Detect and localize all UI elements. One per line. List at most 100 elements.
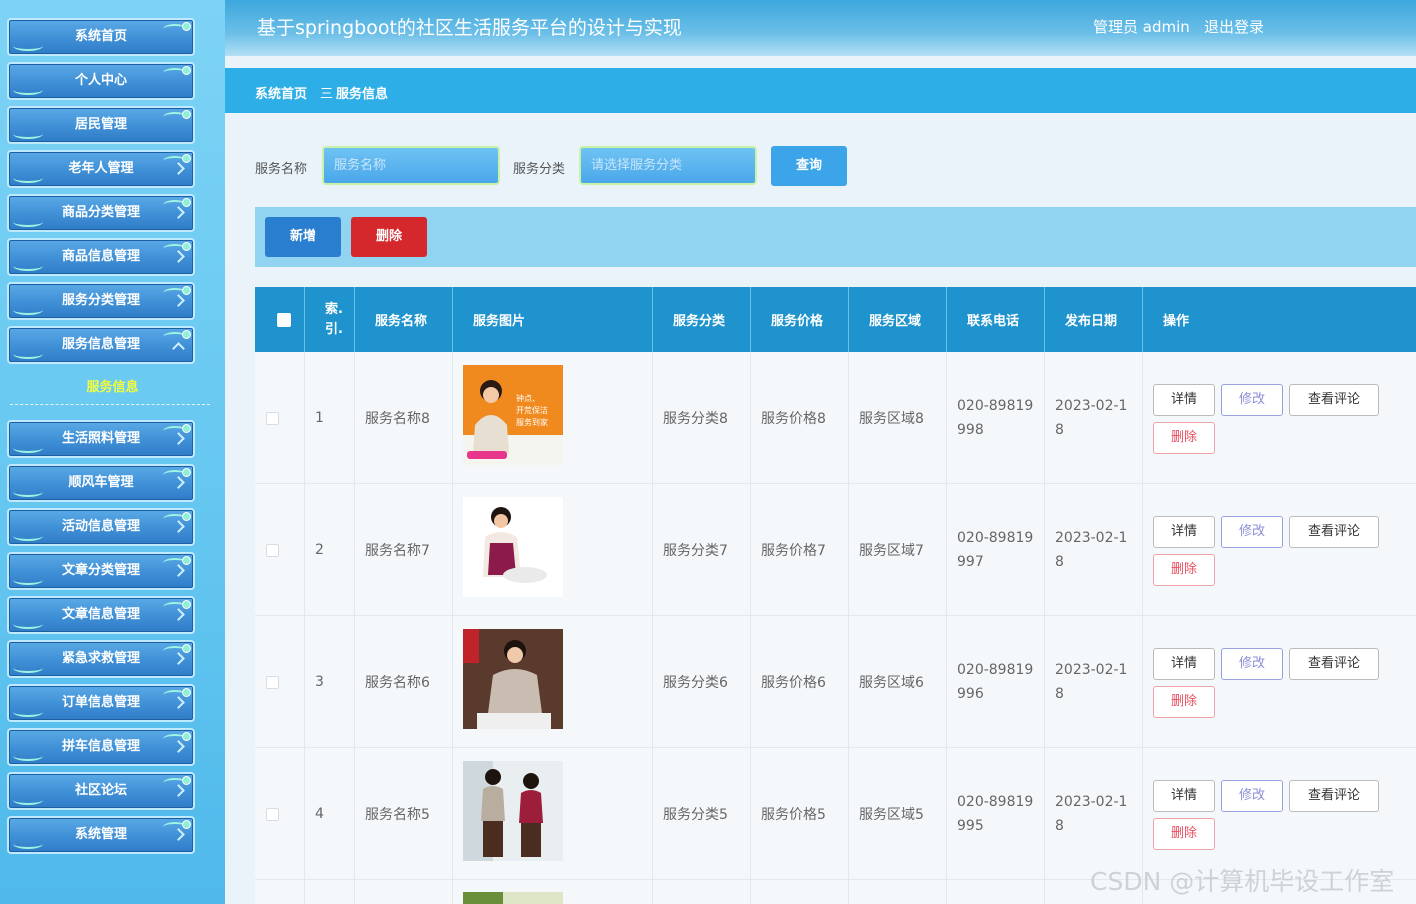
- row-service-price: [751, 880, 849, 904]
- add-button[interactable]: 新增: [265, 217, 341, 257]
- select-all-checkbox[interactable]: [277, 313, 291, 327]
- edit-button[interactable]: 修改: [1221, 516, 1283, 548]
- date-line: 2023-02-1: [1055, 398, 1128, 414]
- sidebar-item-system[interactable]: 系统管理: [7, 816, 195, 854]
- sidebar-item-forum[interactable]: 社区论坛: [7, 772, 195, 810]
- sidebar: 系统首页 个人中心 居民管理 老年人管理 商品分类管理 商品信息管理 服务分类管…: [0, 0, 225, 904]
- sidebar-item-home[interactable]: 系统首页: [7, 18, 195, 56]
- sidebar-item-label: 老年人管理: [68, 161, 134, 176]
- top-header: 基于springboot的社区生活服务平台的设计与实现 管理员 admin 退出…: [225, 0, 1416, 56]
- header-select-all[interactable]: [255, 287, 305, 352]
- sidebar-item-activity[interactable]: 活动信息管理: [7, 508, 195, 546]
- view-comments-button[interactable]: 查看评论: [1289, 780, 1379, 812]
- sidebar-item-residents[interactable]: 居民管理: [7, 106, 195, 144]
- sidebar-item-service-info[interactable]: 服务信息管理: [7, 326, 195, 364]
- bulk-delete-button[interactable]: 删除: [351, 217, 427, 257]
- sidebar-item-label: 活动信息管理: [61, 519, 140, 534]
- search-category-label: 服务分类: [513, 162, 566, 177]
- sidebar-item-emergency[interactable]: 紧急求救管理: [7, 640, 195, 678]
- sidebar-item-profile[interactable]: 个人中心: [7, 62, 195, 100]
- date-line: 2023-02-1: [1055, 794, 1128, 810]
- sidebar-item-service-category[interactable]: 服务分类管理: [7, 282, 195, 320]
- view-comments-button[interactable]: 查看评论: [1289, 516, 1379, 548]
- row-select: [255, 484, 305, 616]
- sidebar-item-carpool[interactable]: 拼车信息管理: [7, 728, 195, 766]
- row-index: 3: [305, 616, 355, 748]
- phone-line: 995: [957, 818, 984, 834]
- row-service-price: 服务价格7: [751, 484, 849, 616]
- date-line: 8: [1055, 686, 1064, 702]
- date-line: 8: [1055, 818, 1064, 834]
- sidebar-item-label: 系统首页: [74, 29, 127, 44]
- detail-button[interactable]: 详情: [1153, 648, 1215, 680]
- row-index: 4: [305, 748, 355, 880]
- service-category-select[interactable]: 请选择服务分类: [579, 146, 757, 185]
- row-image-cell: 钟点、 开荒保洁 服务到家: [453, 352, 653, 484]
- delete-button[interactable]: 删除: [1153, 818, 1215, 850]
- sidebar-item-label: 文章分类管理: [61, 563, 140, 578]
- row-checkbox[interactable]: [266, 808, 279, 821]
- search-name-label: 服务名称: [255, 162, 308, 177]
- delete-button[interactable]: 删除: [1153, 422, 1215, 454]
- date-line: 8: [1055, 422, 1064, 438]
- row-checkbox[interactable]: [266, 676, 279, 689]
- sidebar-item-label: 拼车信息管理: [61, 739, 140, 754]
- row-actions: 详情 修改 查看评论 删除: [1143, 748, 1416, 880]
- sidebar-item-article-info[interactable]: 文章信息管理: [7, 596, 195, 634]
- table-row: 2 服务名称7 服务分类7 服务价格7 服务区域7 020-89819 997 2…: [255, 484, 1416, 616]
- query-button[interactable]: 查询: [771, 146, 847, 186]
- service-image[interactable]: [463, 497, 563, 597]
- sidebar-item-product-category[interactable]: 商品分类管理: [7, 194, 195, 232]
- sidebar-item-label: 订单信息管理: [61, 695, 140, 710]
- header-service-region: 服务区域: [849, 287, 947, 352]
- row-phone: 020-89819 998: [947, 352, 1045, 484]
- service-image[interactable]: [463, 892, 563, 904]
- row-select: [255, 352, 305, 484]
- row-service-price: 服务价格8: [751, 352, 849, 484]
- row-service-region: 服务区域6: [849, 616, 947, 748]
- edit-button[interactable]: 修改: [1221, 384, 1283, 416]
- service-name-input[interactable]: 服务名称: [322, 146, 500, 185]
- sidebar-item-orders[interactable]: 订单信息管理: [7, 684, 195, 722]
- sidebar-item-label: 顺风车管理: [68, 475, 134, 490]
- sidebar-item-product-info[interactable]: 商品信息管理: [7, 238, 195, 276]
- edit-button[interactable]: 修改: [1221, 780, 1283, 812]
- date-line: 2023-02-1: [1055, 530, 1128, 546]
- row-publish-date: 2023-02-1 8: [1045, 616, 1143, 748]
- header-index-line: 引.: [325, 321, 343, 337]
- row-checkbox[interactable]: [266, 412, 279, 425]
- detail-button[interactable]: 详情: [1153, 516, 1215, 548]
- sidebar-subitem-service-info[interactable]: 服务信息: [0, 376, 225, 395]
- service-image[interactable]: [463, 629, 563, 729]
- row-checkbox[interactable]: [266, 544, 279, 557]
- sidebar-item-article-category[interactable]: 文章分类管理: [7, 552, 195, 590]
- view-comments-button[interactable]: 查看评论: [1289, 648, 1379, 680]
- sidebar-item-elderly[interactable]: 老年人管理: [7, 150, 195, 188]
- service-image[interactable]: [463, 761, 563, 861]
- header-service-category: 服务分类: [653, 287, 751, 352]
- delete-button[interactable]: 删除: [1153, 686, 1215, 718]
- sidebar-item-rideshare[interactable]: 顺风车管理: [7, 464, 195, 502]
- view-comments-button[interactable]: 查看评论: [1289, 384, 1379, 416]
- row-service-category: 服务分类5: [653, 748, 751, 880]
- logout-link[interactable]: 退出登录: [1204, 16, 1264, 37]
- header-service-name: 服务名称: [355, 287, 453, 352]
- header-index: 索. 引.: [305, 287, 355, 352]
- detail-button[interactable]: 详情: [1153, 780, 1215, 812]
- delete-button[interactable]: 删除: [1153, 554, 1215, 586]
- breadcrumb-home[interactable]: 系统首页: [255, 83, 307, 102]
- row-service-name: [355, 880, 453, 904]
- sidebar-item-label: 紧急求救管理: [61, 651, 140, 666]
- phone-line: 997: [957, 554, 984, 570]
- edit-button[interactable]: 修改: [1221, 648, 1283, 680]
- detail-button[interactable]: 详情: [1153, 384, 1215, 416]
- breadcrumb-separator-icon: 三: [320, 87, 334, 102]
- row-service-name: 服务名称6: [355, 616, 453, 748]
- header-publish-date: 发布日期: [1045, 287, 1143, 352]
- app-title: 基于springboot的社区生活服务平台的设计与实现: [257, 17, 682, 39]
- sidebar-item-life-care[interactable]: 生活照料管理: [7, 420, 195, 458]
- row-service-price: 服务价格6: [751, 616, 849, 748]
- row-phone: 020-89819 995: [947, 748, 1045, 880]
- breadcrumb-current: 服务信息: [336, 87, 389, 102]
- service-image[interactable]: 钟点、 开荒保洁 服务到家: [463, 365, 563, 465]
